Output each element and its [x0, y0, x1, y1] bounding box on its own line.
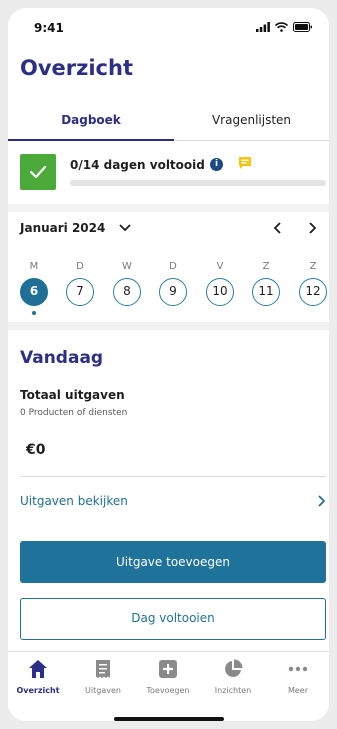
battery-icon [293, 22, 312, 32]
home-icon [29, 660, 47, 678]
status-bar: 9:41 [8, 8, 329, 48]
calendar-day[interactable]: 6 [20, 278, 48, 306]
nav-uitgaven[interactable]: Uitgaven [73, 658, 133, 695]
wifi-icon [275, 22, 288, 32]
progress-bar [70, 180, 326, 186]
today-indicator-dot [32, 311, 36, 315]
section-divider [8, 322, 329, 330]
calendar-day[interactable]: 11 [252, 278, 280, 306]
chevron-right-icon [309, 222, 317, 234]
weekday-letter: D [169, 261, 177, 272]
add-icon [159, 660, 177, 678]
nav-label: Meer [287, 686, 309, 695]
divider-line [20, 476, 326, 477]
nav-label: Overzicht [16, 686, 60, 695]
month-label: Januari 2024 [20, 221, 106, 235]
weekday-letter: Z [262, 261, 270, 272]
home-indicator [114, 717, 224, 721]
progress-label: 0/14 dagen voltooid [70, 158, 205, 172]
total-amount: €0 [26, 442, 46, 458]
view-expenses-link[interactable]: Uitgaven bekijken [20, 486, 326, 516]
more-icon [288, 666, 308, 672]
total-expenses-label: Totaal uitgaven [20, 388, 125, 402]
nav-label: Uitgaven [85, 686, 121, 695]
calendar-day[interactable]: 8 [113, 278, 141, 306]
chevron-left-icon [273, 222, 281, 234]
bottom-navigation: Overzicht Uitgaven Toevoegen Inzichten M… [8, 651, 329, 711]
month-selector[interactable]: Januari 2024 [20, 221, 131, 235]
products-count: 0 Producten of diensten [20, 408, 128, 418]
nav-label: Inzichten [214, 686, 252, 695]
calendar-day[interactable]: 12 [299, 278, 327, 306]
weekday-letter: M [29, 261, 39, 272]
receipt-icon [96, 660, 110, 678]
note-icon[interactable] [238, 155, 252, 174]
completed-check-icon [20, 154, 56, 190]
signal-icon [256, 22, 270, 32]
nav-toevoegen[interactable]: Toevoegen [138, 658, 198, 695]
today-title: Vandaag [20, 348, 104, 368]
tab-vragenlijsten[interactable]: Vragenlijsten [174, 101, 329, 141]
nav-meer[interactable]: Meer [268, 658, 328, 695]
previous-week-button[interactable] [266, 217, 288, 239]
weekday-letter: V [216, 261, 224, 272]
nav-inzichten[interactable]: Inzichten [203, 658, 263, 695]
chevron-right-icon [318, 495, 326, 507]
complete-day-button[interactable]: Dag voltooien [20, 598, 326, 640]
info-icon[interactable]: i [210, 158, 223, 171]
status-time: 9:41 [34, 21, 64, 35]
add-expense-button[interactable]: Uitgave toevoegen [20, 541, 326, 583]
chevron-down-icon [119, 224, 131, 232]
progress-section: 0/14 dagen voltooid i [8, 142, 329, 204]
calendar-day[interactable]: 9 [159, 278, 187, 306]
phone-screen: 9:41 Overzicht Dagboek Vragenlijsten 0/1… [8, 8, 329, 721]
section-divider [8, 204, 329, 212]
weekday-letter: W [122, 261, 132, 272]
nav-label: Toevoegen [146, 686, 190, 695]
next-week-button[interactable] [302, 217, 324, 239]
calendar-day[interactable]: 7 [66, 278, 94, 306]
status-icons [256, 22, 313, 32]
nav-overzicht[interactable]: Overzicht [8, 658, 68, 695]
view-expenses-label: Uitgaven bekijken [20, 494, 128, 508]
tab-bar: Dagboek Vragenlijsten [8, 101, 329, 141]
tab-dagboek[interactable]: Dagboek [8, 101, 174, 141]
weekday-letter: Z [309, 261, 317, 272]
calendar-day[interactable]: 10 [206, 278, 234, 306]
pie-chart-icon [225, 659, 243, 677]
page-title: Overzicht [20, 56, 133, 80]
weekday-letter: D [76, 261, 84, 272]
